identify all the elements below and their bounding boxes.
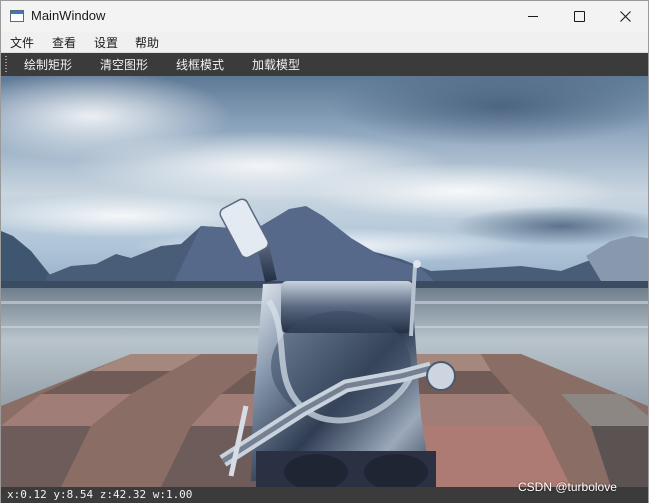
gl-viewport[interactable] xyxy=(1,76,648,487)
window-title: MainWindow xyxy=(31,8,106,23)
watermark: CSDN @turbolove xyxy=(518,480,617,494)
clear-shapes-button[interactable]: 清空图形 xyxy=(100,56,148,73)
draw-rect-button[interactable]: 绘制矩形 xyxy=(24,56,72,73)
scene-render xyxy=(1,76,648,487)
menu-file[interactable]: 文件 xyxy=(10,33,34,52)
menu-bar: 文件 查看 设置 帮助 xyxy=(1,32,648,53)
toolbar: 绘制矩形 清空图形 线框模式 加载模型 xyxy=(1,53,648,76)
minimize-icon xyxy=(528,16,538,17)
wireframe-mode-button[interactable]: 线框模式 xyxy=(176,56,224,73)
minimize-button[interactable] xyxy=(510,1,556,32)
load-model-button[interactable]: 加载模型 xyxy=(252,56,300,73)
main-window: MainWindow 文件 查看 设置 帮助 绘制矩形 清空图形 线框模式 加载… xyxy=(0,0,649,503)
maximize-icon xyxy=(573,11,585,22)
menu-help[interactable]: 帮助 xyxy=(135,33,159,52)
window-app-icon xyxy=(10,10,24,22)
toolbar-drag-handle[interactable] xyxy=(5,56,7,73)
menu-settings[interactable]: 设置 xyxy=(94,33,118,52)
menu-view[interactable]: 查看 xyxy=(52,33,76,52)
maximize-button[interactable] xyxy=(556,1,602,32)
title-bar[interactable]: MainWindow xyxy=(1,1,648,32)
coords-readout: x:0.12 y:8.54 z:42.32 w:1.00 xyxy=(7,488,193,501)
close-button[interactable] xyxy=(602,1,648,32)
close-icon xyxy=(619,11,631,22)
